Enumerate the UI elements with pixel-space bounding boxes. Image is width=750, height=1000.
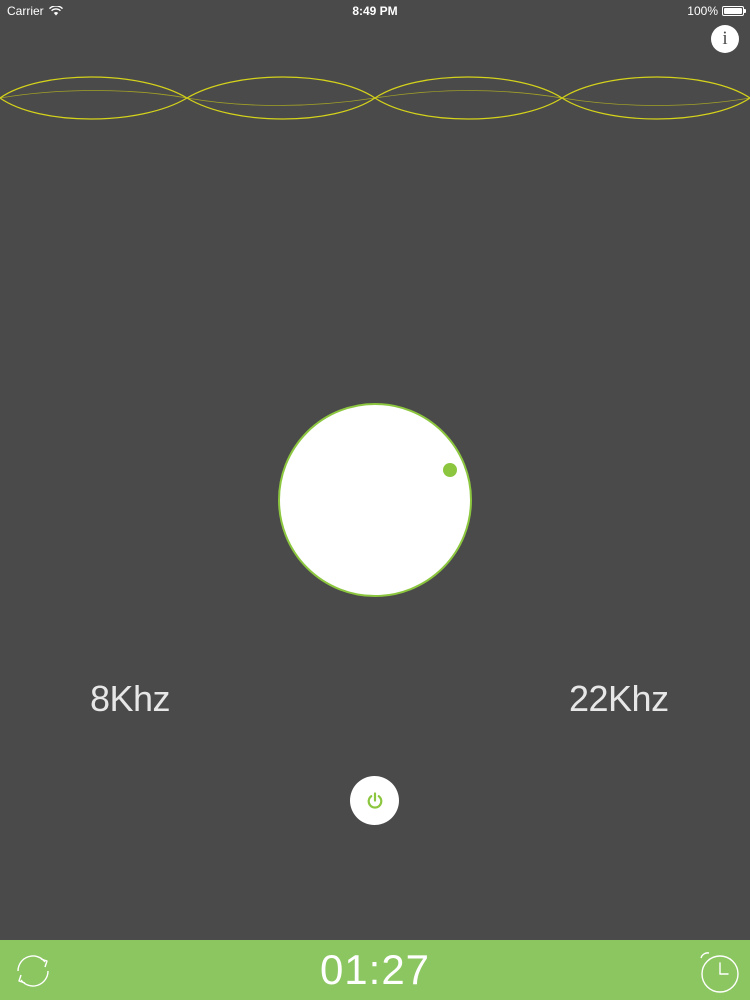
info-button[interactable]: i	[711, 25, 739, 53]
waveform-display	[0, 76, 750, 120]
frequency-max-label: 22Khz	[569, 678, 669, 719]
battery-icon	[722, 6, 746, 16]
status-bar: Carrier 8:49 PM 100%	[0, 0, 750, 22]
info-icon: i	[722, 28, 728, 49]
power-button[interactable]	[350, 776, 399, 825]
timer-display: 01:27	[319, 946, 431, 993]
power-icon	[367, 791, 382, 809]
battery-fill	[724, 8, 742, 14]
status-right: 100%	[687, 4, 746, 18]
frequency-min-label: 8Khz	[90, 678, 171, 719]
status-time: 8:49 PM	[352, 4, 398, 18]
frequency-dial[interactable]	[278, 403, 472, 597]
wave-line-c	[0, 90, 750, 106]
clock-icon[interactable]	[697, 949, 743, 995]
battery-percent: 100%	[687, 4, 718, 18]
dial-knob[interactable]	[443, 463, 457, 477]
bottom-bar: 01:27	[0, 940, 750, 1000]
